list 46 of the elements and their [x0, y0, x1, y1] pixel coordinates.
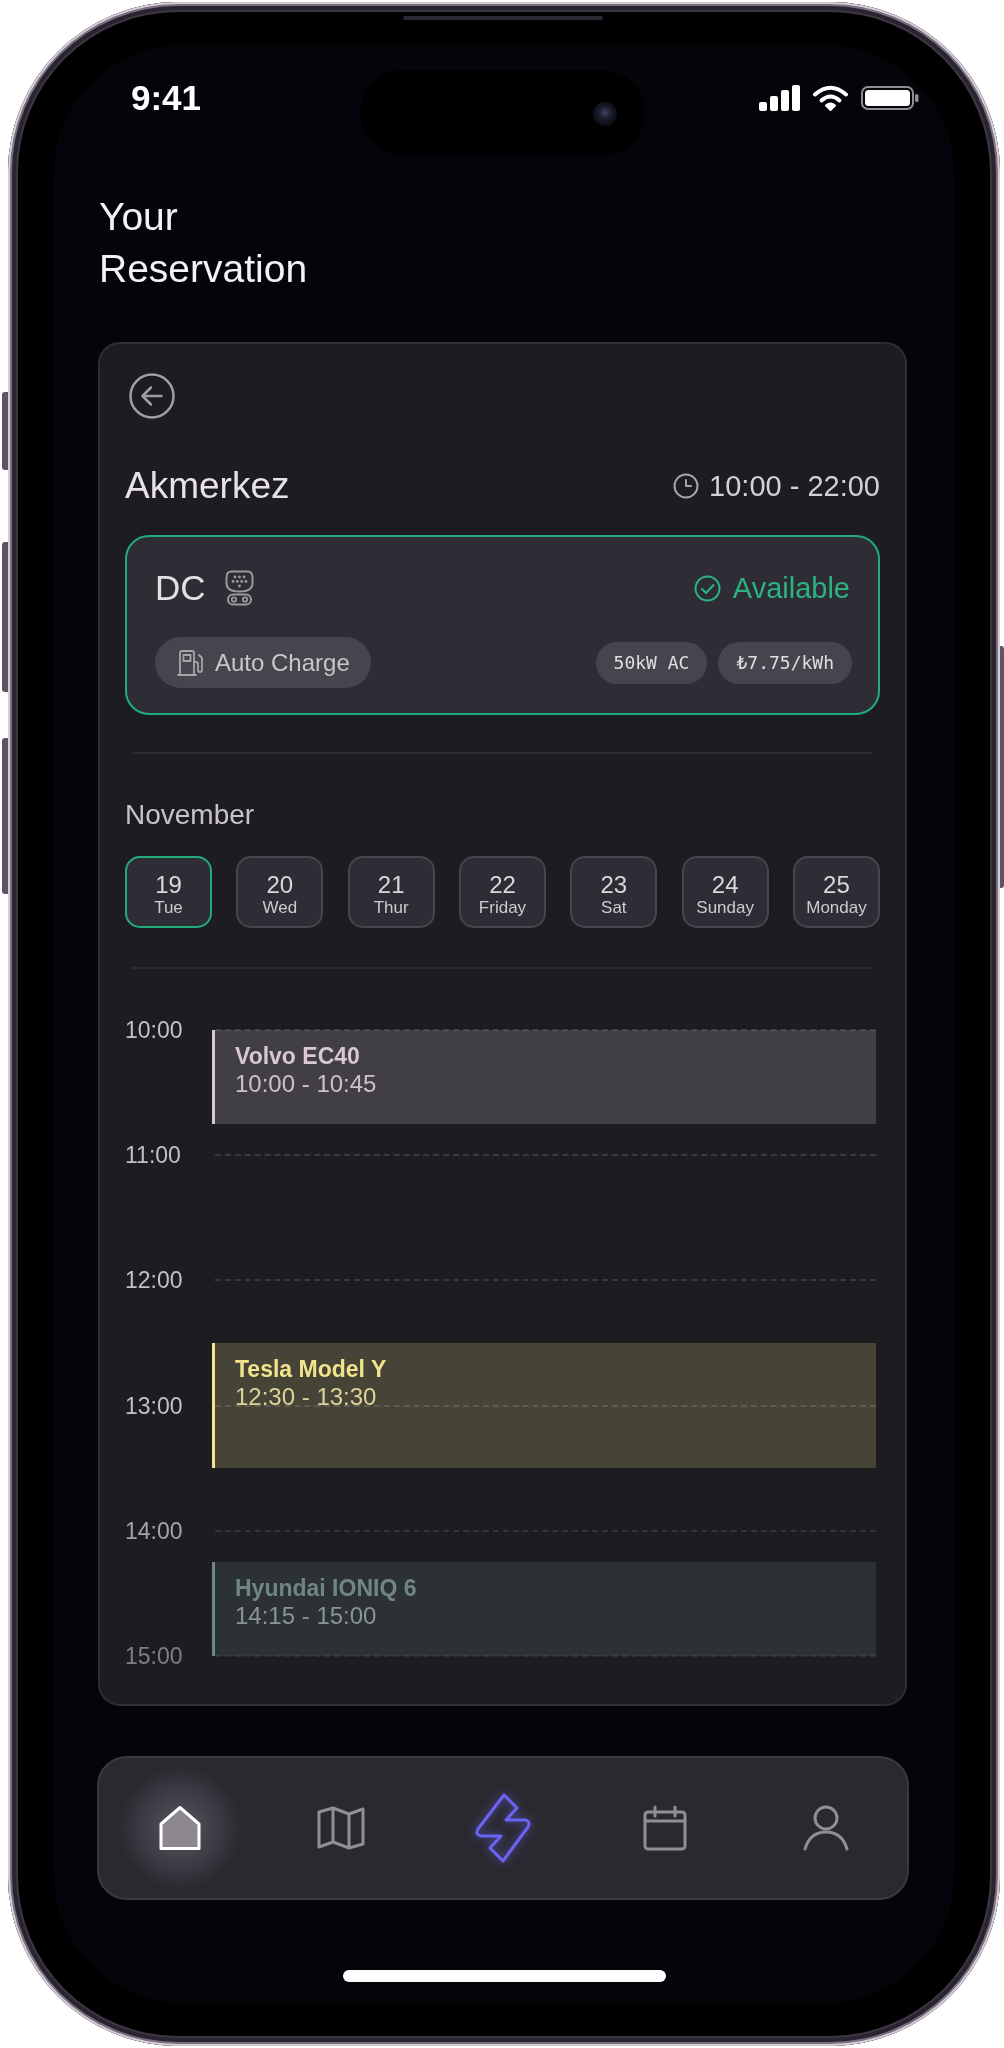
month-label: November — [125, 798, 255, 832]
back-button[interactable] — [129, 373, 175, 419]
clock-icon — [673, 473, 700, 499]
booking-time: 14:15 - 15:00 — [235, 1602, 378, 1631]
lightning-bolt-icon — [473, 1793, 533, 1863]
booking-block[interactable]: Tesla Model Y 12:30 - 13:30 — [212, 1342, 876, 1469]
battery-icon — [861, 86, 919, 110]
folded-map-icon — [317, 1806, 366, 1850]
date-chip[interactable]: 23 Sat — [570, 856, 658, 928]
date-chip[interactable]: 24 Sunday — [681, 856, 769, 928]
date-chip[interactable]: 19 Tue — [125, 856, 212, 928]
home-icon — [157, 1805, 202, 1851]
status-time: 9:41 — [131, 78, 202, 118]
booking-vehicle: Tesla Model Y — [235, 1354, 388, 1383]
charger-type: DC — [155, 567, 206, 609]
charge-mode-label: Auto Charge — [215, 647, 350, 678]
calendar-icon — [642, 1805, 687, 1851]
booking-block[interactable]: Volvo EC40 10:00 - 10:45 — [212, 1030, 876, 1124]
date-chip[interactable]: 21 Thur — [347, 856, 435, 928]
hour-label: 15:00 — [125, 1641, 184, 1670]
opening-hours: 10:00 - 22:00 — [709, 469, 880, 503]
booking-time: 12:30 - 13:30 — [235, 1382, 378, 1411]
spec-tag: ₺7.75/kWh — [718, 641, 852, 684]
fuel-pump-icon — [177, 648, 205, 677]
person-icon — [802, 1805, 851, 1851]
booking-block[interactable]: Hyundai IONIQ 6 14:15 - 15:00 — [212, 1562, 876, 1656]
connector-plug-icon — [224, 570, 254, 606]
date-chip[interactable]: 20 Wed — [236, 856, 324, 928]
hour-label: 10:00 — [125, 1016, 184, 1044]
date-chip[interactable]: 25 Monday — [792, 856, 880, 928]
hour-label: 14:00 — [125, 1516, 184, 1545]
spec-tag: 50kW AC — [595, 641, 708, 684]
wifi-icon — [812, 85, 849, 111]
availability-status: Available — [732, 571, 850, 606]
booking-vehicle: Hyundai IONIQ 6 — [235, 1574, 418, 1603]
hour-label: 11:00 — [125, 1141, 182, 1170]
camera-lens-icon — [593, 102, 617, 126]
check-circle-icon — [693, 574, 721, 602]
station-name: Akmerkez — [125, 465, 290, 507]
hour-label: 12:00 — [125, 1266, 184, 1295]
hour-label: 13:00 — [125, 1391, 184, 1420]
signal-icon — [759, 85, 800, 111]
date-chip[interactable]: 22 Friday — [459, 856, 546, 928]
booking-time: 10:00 - 10:45 — [235, 1070, 378, 1098]
booking-vehicle: Volvo EC40 — [235, 1042, 361, 1070]
page-title: Your Reservation — [99, 194, 308, 292]
